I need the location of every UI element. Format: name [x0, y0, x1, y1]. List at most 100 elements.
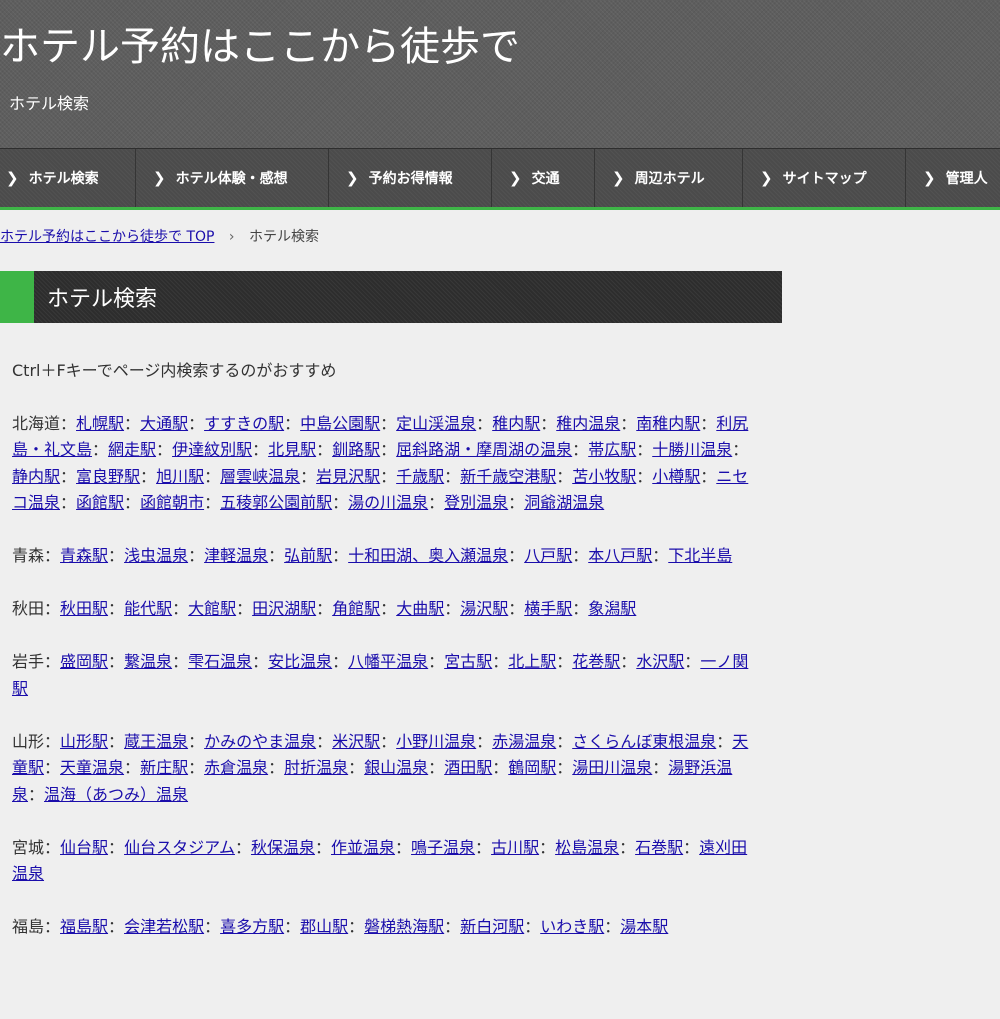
location-link[interactable]: 仙台スタジアム [124, 838, 235, 857]
location-link[interactable]: 天童温泉 [60, 758, 124, 777]
separator: ： [380, 413, 397, 433]
nav-item-sitemap[interactable]: ❯ サイトマップ [742, 149, 867, 207]
nav-item-booking-deals[interactable]: ❯ 予約お得情報 [328, 149, 453, 207]
location-link[interactable]: 層雲峡温泉 [220, 467, 300, 486]
location-link[interactable]: 帯広駅 [588, 440, 636, 459]
location-link[interactable]: 下北半島 [668, 546, 732, 565]
location-link[interactable]: 静内駅 [12, 467, 60, 486]
site-title[interactable]: ホテル予約はここから徒歩で [0, 14, 520, 72]
location-link[interactable]: 磐梯熱海駅 [364, 917, 444, 936]
heading-accent-bar [0, 271, 34, 323]
nav-item-hotel-experience[interactable]: ❯ ホテル体験・感想 [135, 149, 288, 207]
location-link[interactable]: 函館朝市 [140, 493, 204, 512]
location-link[interactable]: 能代駅 [124, 599, 172, 618]
location-link[interactable]: 伊達紋別駅 [172, 440, 252, 459]
nav-item-nearby-hotels[interactable]: ❯ 周辺ホテル [594, 149, 705, 207]
location-link[interactable]: 北見駅 [268, 440, 316, 459]
location-link[interactable]: 米沢駅 [332, 732, 380, 751]
location-link[interactable]: 湯田川温泉 [572, 758, 652, 777]
breadcrumb-home-link[interactable]: ホテル予約はここから徒歩で TOP [0, 229, 214, 245]
location-link[interactable]: 雫石温泉 [188, 652, 252, 671]
location-link[interactable]: 八幡平温泉 [348, 652, 428, 671]
location-link[interactable]: 古川駅 [491, 838, 539, 857]
location-link[interactable]: 郡山駅 [300, 917, 348, 936]
location-link[interactable]: 十和田湖、奥入瀬温泉 [348, 546, 508, 565]
location-link[interactable]: 銀山温泉 [364, 758, 428, 777]
location-link[interactable]: 小野川温泉 [396, 732, 476, 751]
location-link[interactable]: 花巻駅 [572, 652, 620, 671]
location-link[interactable]: 旭川駅 [156, 467, 204, 486]
location-link[interactable]: 洞爺湖温泉 [524, 493, 604, 512]
location-link[interactable]: 繋温泉 [124, 652, 172, 671]
location-link[interactable]: 津軽温泉 [204, 546, 268, 565]
location-link[interactable]: 札幌駅 [76, 414, 124, 433]
location-link[interactable]: 宮古駅 [444, 652, 492, 671]
location-link[interactable]: 山形駅 [60, 732, 108, 751]
location-link[interactable]: 南稚内駅 [636, 414, 700, 433]
location-link[interactable]: 十勝川温泉 [652, 440, 732, 459]
nav-item-admin[interactable]: ❯ 管理人 [905, 149, 988, 207]
location-link[interactable]: 北上駅 [508, 652, 556, 671]
location-link[interactable]: 湯本駅 [620, 917, 668, 936]
location-link[interactable]: 田沢湖駅 [252, 599, 316, 618]
location-link[interactable]: 酒田駅 [444, 758, 492, 777]
location-link[interactable]: すすきの駅 [204, 414, 284, 433]
location-link[interactable]: 会津若松駅 [124, 917, 204, 936]
location-link[interactable]: 蔵王温泉 [124, 732, 188, 751]
location-link[interactable]: 鳴子温泉 [411, 838, 475, 857]
location-link[interactable]: 中島公園駅 [300, 414, 380, 433]
location-link[interactable]: 新白河駅 [460, 917, 524, 936]
location-link[interactable]: 秋田駅 [60, 599, 108, 618]
location-link[interactable]: 安比温泉 [268, 652, 332, 671]
separator: ： [60, 493, 77, 512]
location-link[interactable]: 赤湯温泉 [492, 732, 556, 751]
location-link[interactable]: 登別温泉 [444, 493, 508, 512]
location-link[interactable]: 大館駅 [188, 599, 236, 618]
location-link[interactable]: 大通駅 [140, 414, 188, 433]
location-link[interactable]: 青森駅 [60, 546, 108, 565]
location-link[interactable]: 本八戸駅 [588, 546, 652, 565]
nav-item-hotel-search[interactable]: ❯ ホテル検索 [6, 149, 99, 207]
location-link[interactable]: 岩見沢駅 [316, 467, 380, 486]
location-link[interactable]: 鶴岡駅 [508, 758, 556, 777]
location-link[interactable]: かみのやま温泉 [204, 732, 316, 751]
location-link[interactable]: 水沢駅 [636, 652, 684, 671]
location-link[interactable]: 肘折温泉 [284, 758, 348, 777]
location-link[interactable]: 浅虫温泉 [124, 546, 188, 565]
location-link[interactable]: 角館駅 [332, 599, 380, 618]
location-link[interactable]: 釧路駅 [332, 440, 380, 459]
location-link[interactable]: 網走駅 [108, 440, 156, 459]
location-link[interactable]: 福島駅 [60, 917, 108, 936]
location-link[interactable]: 横手駅 [524, 599, 572, 618]
location-link[interactable]: 稚内温泉 [556, 414, 620, 433]
location-link[interactable]: 弘前駅 [284, 546, 332, 565]
location-link[interactable]: さくらんぼ東根温泉 [572, 732, 716, 751]
location-link[interactable]: 秋保温泉 [251, 838, 315, 857]
location-link[interactable]: 仙台駅 [60, 838, 108, 857]
location-link[interactable]: 湯の川温泉 [348, 493, 428, 512]
location-link[interactable]: 温海（あつみ）温泉 [44, 785, 188, 804]
location-link[interactable]: 函館駅 [76, 493, 124, 512]
location-link[interactable]: 象潟駅 [588, 599, 636, 618]
location-link[interactable]: 苫小牧駅 [572, 467, 636, 486]
location-link[interactable]: 作並温泉 [331, 838, 395, 857]
location-link[interactable]: 盛岡駅 [60, 652, 108, 671]
location-link[interactable]: 松島温泉 [555, 838, 619, 857]
location-link[interactable]: 大曲駅 [396, 599, 444, 618]
location-link[interactable]: 富良野駅 [76, 467, 140, 486]
nav-item-transport[interactable]: ❯ 交通 [491, 149, 560, 207]
location-link[interactable]: 石巻駅 [635, 838, 683, 857]
location-link[interactable]: 千歳駅 [396, 467, 444, 486]
location-link[interactable]: 屈斜路湖・摩周湖の温泉 [396, 440, 572, 459]
location-link[interactable]: いわき駅 [540, 917, 604, 936]
location-link[interactable]: 八戸駅 [524, 546, 572, 565]
location-link[interactable]: 新庄駅 [140, 758, 188, 777]
location-link[interactable]: 新千歳空港駅 [460, 467, 556, 486]
location-link[interactable]: 定山渓温泉 [396, 414, 476, 433]
location-link[interactable]: 湯沢駅 [460, 599, 508, 618]
location-link[interactable]: 稚内駅 [492, 414, 540, 433]
location-link[interactable]: 喜多方駅 [220, 917, 284, 936]
location-link[interactable]: 小樽駅 [652, 467, 700, 486]
location-link[interactable]: 五稜郭公園前駅 [220, 493, 332, 512]
location-link[interactable]: 赤倉温泉 [204, 758, 268, 777]
